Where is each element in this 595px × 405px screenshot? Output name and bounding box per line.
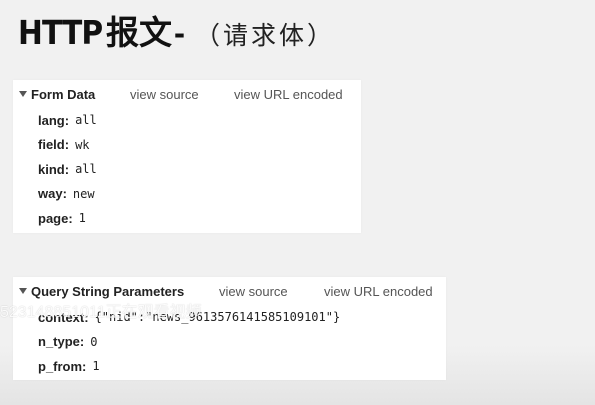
query-string-title: Query String Parameters (31, 283, 185, 299)
query-view-url-encoded-link[interactable]: view URL encoded (324, 284, 433, 299)
form-row: way: new (38, 182, 361, 207)
query-string-panel: Query String Parameters view source view… (13, 277, 446, 380)
form-key: way: (38, 186, 67, 202)
form-data-panel: Form Data view source view URL encoded l… (13, 80, 361, 233)
viewer-watermark: 523148851011正在观看视频 (0, 304, 202, 321)
collapse-triangle-icon[interactable] (19, 288, 27, 294)
form-value: 1 (78, 211, 86, 226)
query-row: p_from: 1 (38, 354, 446, 379)
form-row: lang: all (38, 108, 361, 133)
form-key: lang: (38, 112, 70, 128)
form-value: wk (75, 137, 90, 152)
form-data-rows: lang: all field: wk kind: all way: new p… (13, 108, 361, 231)
form-row: kind: all (38, 157, 361, 182)
slide-title-cn: 报文 (106, 13, 172, 52)
form-view-source-link[interactable]: view source (130, 87, 199, 102)
form-row: page: 1 (38, 206, 361, 231)
query-value: 1 (92, 359, 100, 374)
query-view-source-link[interactable]: view source (219, 284, 288, 299)
form-data-header[interactable]: Form Data view source view URL encoded (13, 80, 361, 108)
form-view-url-encoded-link[interactable]: view URL encoded (234, 87, 343, 102)
form-key: kind: (38, 161, 70, 177)
slide-subtitle: （请求体） (195, 21, 336, 50)
form-value: new (72, 186, 95, 201)
form-value: all (75, 113, 97, 128)
slide-title-http: HTTP (18, 13, 103, 52)
slide-title: HTTP 报文 - （请求体） (18, 6, 335, 52)
query-value: 0 (90, 334, 98, 349)
query-key: n_type: (38, 334, 85, 350)
collapse-triangle-icon[interactable] (19, 91, 27, 97)
form-row: field: wk (38, 133, 361, 158)
slide-title-dash: - (174, 14, 185, 51)
query-row: n_type: 0 (38, 330, 446, 355)
form-key: page: (38, 210, 73, 226)
form-key: field: (38, 137, 70, 153)
query-key: p_from: (38, 358, 87, 374)
form-data-title: Form Data (31, 86, 96, 102)
form-value: all (75, 162, 97, 177)
